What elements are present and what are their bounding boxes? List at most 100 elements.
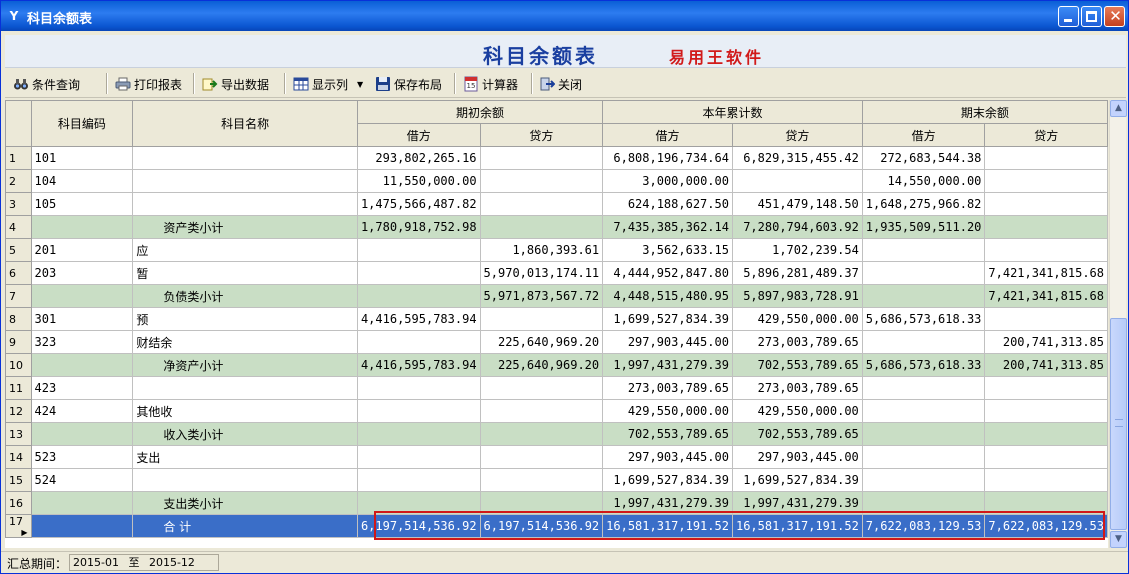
cell-code[interactable]: [30, 353, 134, 377]
cell-name[interactable]: [132, 376, 358, 400]
cell-closing-credit[interactable]: 7,622,083,129.53: [984, 514, 1108, 538]
cell-ytd-debit[interactable]: 16,581,317,191.52: [602, 514, 733, 538]
cell-closing-debit[interactable]: [861, 238, 986, 262]
cell-name[interactable]: 收入类小计: [132, 422, 358, 446]
cell-closing-debit[interactable]: [861, 330, 986, 354]
scroll-thumb[interactable]: [1110, 318, 1127, 530]
cell-opening-credit[interactable]: 225,640,969.20: [479, 353, 604, 377]
cell-opening-debit[interactable]: 11,550,000.00: [356, 169, 481, 193]
cell-closing-debit[interactable]: 5,686,573,618.33: [861, 353, 986, 377]
cell-code[interactable]: 424: [30, 399, 134, 423]
cell-closing-credit[interactable]: [984, 376, 1108, 400]
table-row[interactable]: 6 203 暂 5,970,013,174.11 4,444,952,847.80 5,8…: [5, 261, 1108, 285]
cell-code[interactable]: [30, 491, 134, 515]
cell-ytd-debit[interactable]: 4,444,952,847.80: [602, 261, 733, 285]
cell-closing-debit[interactable]: 7,622,083,129.53: [861, 514, 986, 538]
cell-name[interactable]: [132, 468, 358, 492]
cell-opening-debit[interactable]: 1,475,566,487.82: [356, 192, 481, 216]
cell-code[interactable]: 524: [30, 468, 134, 492]
cell-closing-debit[interactable]: [861, 284, 986, 308]
cell-opening-debit[interactable]: 1,780,918,752.98: [356, 215, 481, 239]
cell-closing-credit[interactable]: [984, 238, 1108, 262]
row-number[interactable]: 3: [5, 192, 32, 216]
cell-ytd-debit[interactable]: 273,003,789.65: [602, 376, 733, 400]
cell-opening-credit[interactable]: [479, 445, 604, 469]
cell-ytd-debit[interactable]: 297,903,445.00: [602, 330, 733, 354]
subtotal-row[interactable]: 4 资产类小计 1,780,918,752.98 7,435,385,362.14 7,…: [5, 215, 1108, 239]
maximize-button[interactable]: [1081, 6, 1102, 27]
header-ytd-credit[interactable]: 贷方: [731, 123, 863, 147]
cell-name[interactable]: [132, 192, 358, 216]
table-row[interactable]: 14 523 支出 297,903,445.00 297,903,445.00: [5, 445, 1108, 469]
row-number[interactable]: 16: [5, 491, 32, 515]
cell-closing-debit[interactable]: [861, 422, 986, 446]
subtotal-row[interactable]: 16 支出类小计 1,997,431,279.39 1,997,431,279.39: [5, 491, 1108, 515]
cell-closing-credit[interactable]: [984, 491, 1108, 515]
cell-ytd-debit[interactable]: 702,553,789.65: [602, 422, 733, 446]
cell-closing-credit[interactable]: [984, 192, 1108, 216]
vertical-scrollbar[interactable]: ▲ ▼: [1109, 100, 1127, 548]
cell-opening-credit[interactable]: 225,640,969.20: [479, 330, 604, 354]
cell-code[interactable]: [30, 215, 134, 239]
cell-closing-credit[interactable]: [984, 468, 1108, 492]
header-closing-credit[interactable]: 贷方: [984, 123, 1108, 147]
cell-opening-credit[interactable]: 6,197,514,536.92: [479, 514, 604, 538]
total-row[interactable]: 17 ▶ 合 计 6,197,514,536.92 6,197,514,536.92 16…: [5, 514, 1108, 538]
cell-closing-credit[interactable]: 200,741,313.85: [984, 330, 1108, 354]
header-ytd-debit[interactable]: 借方: [602, 123, 733, 147]
cell-ytd-credit[interactable]: 429,550,000.00: [731, 399, 863, 423]
cell-opening-debit[interactable]: [356, 399, 481, 423]
cell-ytd-debit[interactable]: 1,699,527,834.39: [602, 307, 733, 331]
cell-name[interactable]: 合 计: [132, 514, 358, 538]
cell-closing-debit[interactable]: [861, 445, 986, 469]
minimize-button[interactable]: [1058, 6, 1079, 27]
cell-opening-credit[interactable]: [479, 215, 604, 239]
row-number[interactable]: 11: [5, 376, 32, 400]
row-number[interactable]: 15: [5, 468, 32, 492]
cell-code[interactable]: 101: [30, 146, 134, 170]
cell-closing-debit[interactable]: [861, 491, 986, 515]
cell-ytd-debit[interactable]: 1,699,527,834.39: [602, 468, 733, 492]
row-number[interactable]: 12: [5, 399, 32, 423]
scroll-down-button[interactable]: ▼: [1110, 531, 1127, 548]
balance-grid[interactable]: 科目编码 科目名称 期初余额 本年累计数 期末余额 借方 贷方 借方 贷方 借方…: [5, 100, 1108, 548]
cell-opening-credit[interactable]: [479, 491, 604, 515]
cell-closing-credit[interactable]: 7,421,341,815.68: [984, 284, 1108, 308]
cell-opening-debit[interactable]: [356, 284, 481, 308]
table-row[interactable]: 2 104 11,550,000.00 3,000,000.00 14,550,000.…: [5, 169, 1108, 193]
table-row[interactable]: 1 101 293,802,265.16 6,808,196,734.64 6,829,…: [5, 146, 1108, 170]
cell-closing-debit[interactable]: [861, 468, 986, 492]
cell-ytd-debit[interactable]: 6,808,196,734.64: [602, 146, 733, 170]
cell-code[interactable]: [30, 422, 134, 446]
header-opening-credit[interactable]: 贷方: [479, 123, 604, 147]
cell-opening-debit[interactable]: 4,416,595,783.94: [356, 353, 481, 377]
cell-name[interactable]: 负债类小计: [132, 284, 358, 308]
calculator-button[interactable]: 15 计算器: [463, 73, 518, 95]
cell-closing-debit[interactable]: 1,935,509,511.20: [861, 215, 986, 239]
cell-name[interactable]: 其他收: [132, 399, 358, 423]
cell-name[interactable]: 资产类小计: [132, 215, 358, 239]
close-button[interactable]: 关闭: [539, 73, 582, 95]
cell-opening-debit[interactable]: [356, 491, 481, 515]
print-button[interactable]: 打印报表: [115, 73, 182, 95]
cell-code[interactable]: 105: [30, 192, 134, 216]
cell-opening-credit[interactable]: [479, 376, 604, 400]
row-number[interactable]: 10: [5, 353, 32, 377]
cell-opening-debit[interactable]: [356, 376, 481, 400]
cell-ytd-debit[interactable]: 429,550,000.00: [602, 399, 733, 423]
cell-ytd-credit[interactable]: 451,479,148.50: [731, 192, 863, 216]
cell-ytd-debit[interactable]: 624,188,627.50: [602, 192, 733, 216]
subtotal-row[interactable]: 10 净资产小计 4,416,595,783.94 225,640,969.20 1,9…: [5, 353, 1108, 377]
cell-ytd-credit[interactable]: 7,280,794,603.92: [731, 215, 863, 239]
cell-ytd-debit[interactable]: 3,562,633.15: [602, 238, 733, 262]
cell-ytd-debit[interactable]: 297,903,445.00: [602, 445, 733, 469]
cell-opening-debit[interactable]: [356, 330, 481, 354]
subtotal-row[interactable]: 7 负债类小计 5,971,873,567.72 4,448,515,480.95 5,…: [5, 284, 1108, 308]
table-row[interactable]: 9 323 财结余 225,640,969.20 297,903,445.00 273,0…: [5, 330, 1108, 354]
table-row[interactable]: 3 105 1,475,566,487.82 624,188,627.50 451,47…: [5, 192, 1108, 216]
cell-closing-debit[interactable]: 272,683,544.38: [861, 146, 986, 170]
cell-closing-credit[interactable]: [984, 399, 1108, 423]
save-layout-button[interactable]: 保存布局: [375, 73, 442, 95]
row-number[interactable]: 5: [5, 238, 32, 262]
cell-code[interactable]: [30, 284, 134, 308]
